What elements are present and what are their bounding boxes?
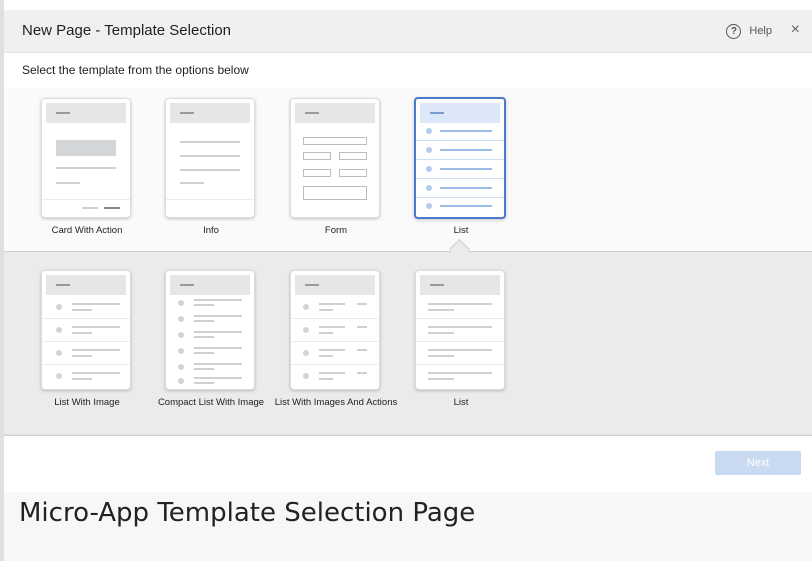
instruction-text: Select the template from the options bel…: [22, 63, 249, 77]
template-thumbnail: [290, 270, 380, 390]
dialog-titlebar: New Page - Template Selection ? Help ×: [4, 10, 812, 53]
help-button[interactable]: ? Help: [726, 23, 772, 39]
template-label: List With Images And Actions: [274, 397, 398, 408]
template-thumbnail-selected: [414, 97, 506, 219]
template-selection-dialog: New Page - Template Selection ? Help × S…: [4, 0, 812, 492]
help-label: Help: [749, 25, 772, 37]
template-label: Card With Action: [51, 225, 123, 236]
template-thumbnail: [290, 98, 380, 218]
dialog-title: New Page - Template Selection: [22, 22, 232, 39]
template-thumbnail: [165, 270, 255, 390]
template-thumbnail: [41, 98, 131, 218]
template-label: Info: [203, 225, 219, 236]
template-thumbnail: [41, 270, 131, 390]
template-label: Form: [324, 225, 348, 236]
template-thumbnail: [415, 270, 505, 390]
close-icon: ×: [790, 21, 800, 38]
next-button[interactable]: Next: [715, 451, 801, 475]
template-label: Compact List With Image: [157, 397, 265, 408]
template-thumbnail: [165, 98, 255, 218]
close-button[interactable]: ×: [791, 22, 800, 38]
page-caption: Micro-App Template Selection Page: [19, 498, 476, 528]
template-label: List With Image: [54, 397, 120, 408]
question-circle-icon: ?: [726, 23, 742, 39]
template-label: List: [453, 225, 469, 236]
template-label: List: [453, 397, 469, 408]
footer-divider: [4, 434, 812, 435]
